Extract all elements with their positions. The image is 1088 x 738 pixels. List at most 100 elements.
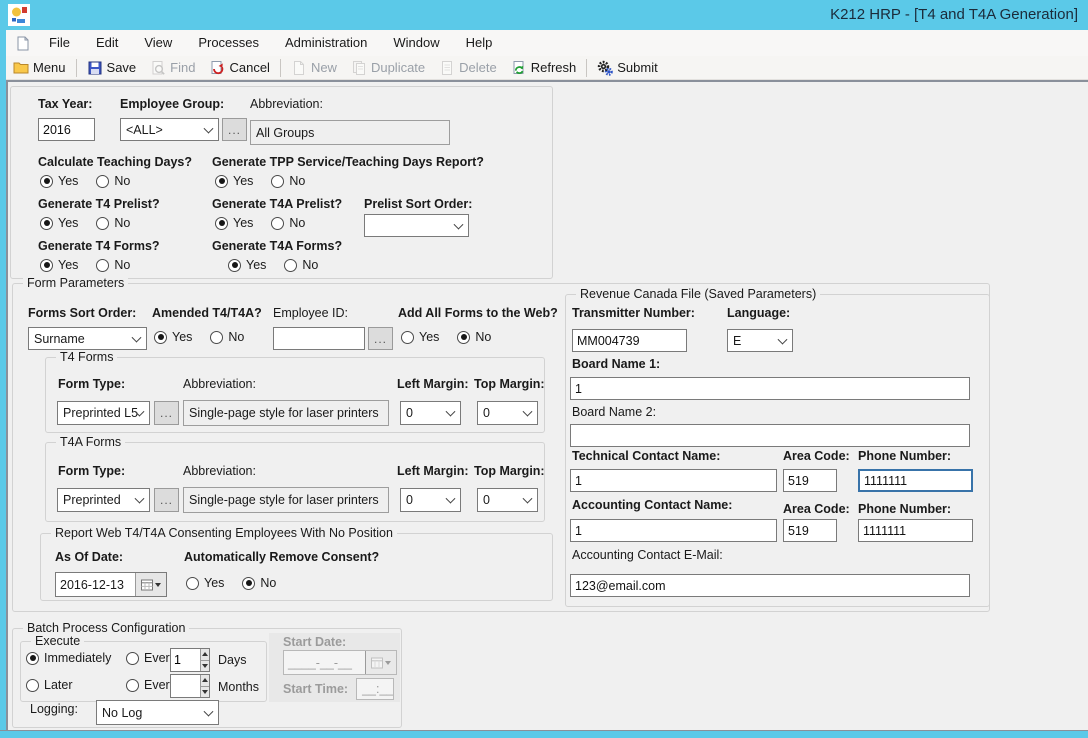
menu-item-processes[interactable]: Processes bbox=[185, 30, 272, 56]
radio-icon bbox=[96, 217, 109, 230]
t4-form-type-select[interactable]: Preprinted L5 bbox=[57, 401, 150, 425]
menu-item-administration[interactable]: Administration bbox=[272, 30, 380, 56]
t4a-form-type-browse-button[interactable]: ... bbox=[154, 488, 179, 512]
calc-teaching-yes-radio[interactable]: Yes bbox=[40, 174, 78, 188]
remove-consent-yes-radio[interactable]: Yes bbox=[186, 576, 224, 590]
t4-top-margin-select[interactable]: 0 bbox=[477, 401, 538, 425]
duplicate-button[interactable]: Duplicate bbox=[344, 57, 432, 79]
t4a-prelist-no-radio[interactable]: No bbox=[271, 216, 305, 230]
new-button[interactable]: New bbox=[284, 57, 344, 79]
later-radio[interactable]: Later bbox=[26, 678, 73, 692]
start-time-label: Start Time: bbox=[283, 682, 348, 696]
chevron-down-icon bbox=[132, 332, 142, 342]
menu-button[interactable]: Menu bbox=[6, 57, 73, 79]
amended-yes-radio[interactable]: Yes bbox=[154, 330, 192, 344]
menu-item-file[interactable]: File bbox=[36, 30, 83, 56]
every-months-radio[interactable]: Every bbox=[126, 678, 176, 692]
delete-button[interactable]: Delete bbox=[432, 57, 504, 79]
employee-group-select[interactable]: <ALL> bbox=[120, 118, 219, 141]
immediately-radio[interactable]: Immediately bbox=[26, 651, 111, 665]
chevron-down-icon bbox=[204, 706, 214, 716]
t4-forms-no-radio[interactable]: No bbox=[96, 258, 130, 272]
t4-left-margin-label: Left Margin: bbox=[397, 377, 469, 391]
stepper-down-button[interactable] bbox=[201, 686, 209, 698]
t4-left-margin-select[interactable]: 0 bbox=[400, 401, 461, 425]
every-days-stepper[interactable] bbox=[170, 648, 210, 672]
chevron-down-icon bbox=[446, 407, 456, 417]
tax-year-input[interactable] bbox=[38, 118, 95, 141]
execute-immediately-option: Immediately bbox=[26, 651, 111, 665]
add-web-yes-radio[interactable]: Yes bbox=[401, 330, 439, 344]
as-of-date-picker[interactable]: 2016-12-13 bbox=[55, 572, 167, 597]
logging-label: Logging: bbox=[30, 702, 78, 716]
board-name-1-input[interactable] bbox=[570, 377, 970, 400]
t4a-forms-yes-radio[interactable]: Yes bbox=[228, 258, 266, 272]
t4a-top-margin-select[interactable]: 0 bbox=[477, 488, 538, 512]
add-web-no-radio[interactable]: No bbox=[457, 330, 491, 344]
refresh-icon bbox=[511, 60, 527, 76]
stepper-down-button[interactable] bbox=[201, 660, 209, 672]
revenue-canada-group-title: Revenue Canada File (Saved Parameters) bbox=[576, 287, 820, 301]
remove-consent-no-radio[interactable]: No bbox=[242, 576, 276, 590]
save-icon bbox=[87, 60, 103, 76]
accounting-email-input[interactable] bbox=[570, 574, 970, 597]
chevron-down-icon bbox=[454, 219, 464, 229]
board-name-2-input[interactable] bbox=[570, 424, 970, 447]
radio-icon bbox=[271, 175, 284, 188]
arrow-up-icon bbox=[202, 678, 208, 682]
forms-sort-order-select[interactable]: Surname bbox=[28, 327, 147, 350]
every-months-stepper[interactable] bbox=[170, 674, 210, 698]
stepper-up-button[interactable] bbox=[201, 675, 209, 686]
execute-every-days-option: Every bbox=[126, 651, 176, 665]
radio-icon bbox=[457, 331, 470, 344]
t4-prelist-yes-radio[interactable]: Yes bbox=[40, 216, 78, 230]
arrow-up-icon bbox=[202, 652, 208, 656]
t4-prelist-no-radio[interactable]: No bbox=[96, 216, 130, 230]
tpp-report-no-radio[interactable]: No bbox=[271, 174, 305, 188]
employee-group-browse-button[interactable]: ... bbox=[222, 118, 247, 141]
radio-icon bbox=[210, 331, 223, 344]
transmitter-number-input[interactable] bbox=[572, 329, 687, 352]
t4-form-type-browse-button[interactable]: ... bbox=[154, 401, 179, 425]
employee-id-input[interactable] bbox=[273, 327, 365, 350]
employee-id-label: Employee ID: bbox=[273, 306, 348, 320]
find-button[interactable]: Find bbox=[143, 57, 202, 79]
t4-forms-yes-radio[interactable]: Yes bbox=[40, 258, 78, 272]
calendar-dropdown-button[interactable] bbox=[135, 573, 166, 596]
t4a-form-type-select[interactable]: Preprinted bbox=[57, 488, 150, 512]
app-icon bbox=[8, 4, 30, 26]
t4a-prelist-radio-group: Yes No bbox=[215, 216, 305, 230]
menu-item-edit[interactable]: Edit bbox=[83, 30, 131, 56]
technical-contact-input[interactable] bbox=[570, 469, 777, 492]
t4a-prelist-yes-radio[interactable]: Yes bbox=[215, 216, 253, 230]
menu-item-help[interactable]: Help bbox=[453, 30, 506, 56]
menu-item-window[interactable]: Window bbox=[380, 30, 452, 56]
accounting-area-code-input[interactable] bbox=[783, 519, 837, 542]
t4-prelist-radio-group: Yes No bbox=[40, 216, 130, 230]
add-web-label: Add All Forms to the Web? bbox=[398, 306, 558, 320]
tpp-report-yes-radio[interactable]: Yes bbox=[215, 174, 253, 188]
amended-label: Amended T4/T4A? bbox=[152, 306, 262, 320]
t4-forms-radio-group: Yes No bbox=[40, 258, 130, 272]
every-days-radio[interactable]: Every bbox=[126, 651, 176, 665]
stepper-up-button[interactable] bbox=[201, 649, 209, 660]
employee-id-browse-button[interactable]: ... bbox=[368, 327, 393, 350]
menu-item-view[interactable]: View bbox=[131, 30, 185, 56]
t4a-left-margin-select[interactable]: 0 bbox=[400, 488, 461, 512]
months-label: Months bbox=[218, 680, 259, 694]
technical-area-code-input[interactable] bbox=[783, 469, 837, 492]
accounting-phone-input[interactable] bbox=[858, 519, 973, 542]
radio-icon bbox=[401, 331, 414, 344]
logging-select[interactable]: No Log bbox=[96, 700, 219, 725]
amended-no-radio[interactable]: No bbox=[210, 330, 244, 344]
technical-phone-input[interactable] bbox=[858, 469, 973, 492]
cancel-button[interactable]: Cancel bbox=[202, 57, 276, 79]
t4a-forms-no-radio[interactable]: No bbox=[284, 258, 318, 272]
language-select[interactable]: E bbox=[727, 329, 793, 352]
prelist-sort-order-select[interactable] bbox=[364, 214, 469, 237]
submit-button[interactable]: Submit bbox=[590, 57, 664, 79]
save-button[interactable]: Save bbox=[80, 57, 144, 79]
calc-teaching-no-radio[interactable]: No bbox=[96, 174, 130, 188]
accounting-contact-input[interactable] bbox=[570, 519, 777, 542]
refresh-button[interactable]: Refresh bbox=[504, 57, 584, 79]
